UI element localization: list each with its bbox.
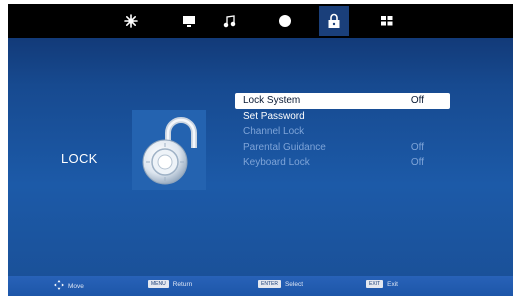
menu-item-lock-system[interactable]: Lock System Off xyxy=(235,93,450,109)
menu-item-label: Lock System xyxy=(243,95,301,106)
lock-menu: Lock System Off Set Password Channel Loc… xyxy=(235,93,450,171)
menu-item-parental-guidance[interactable]: Parental Guidance Off xyxy=(235,140,450,156)
menu-item-channel-lock[interactable]: Channel Lock xyxy=(235,124,450,140)
menu-item-set-password[interactable]: Set Password xyxy=(235,109,450,125)
menu-item-keyboard-lock[interactable]: Keyboard Lock Off xyxy=(235,155,450,171)
exit-key: EXIT xyxy=(366,280,384,288)
page-title: LOCK xyxy=(61,151,98,166)
picture-icon[interactable] xyxy=(120,10,142,32)
hint-exit: EXIT Exit xyxy=(366,280,398,288)
menu-item-label: Parental Guidance xyxy=(243,141,326,153)
menu-item-label: Channel Lock xyxy=(243,126,305,137)
menu-item-label: Set Password xyxy=(243,110,305,122)
top-menu-bar xyxy=(8,4,513,38)
lock-illustration xyxy=(132,110,206,190)
menu-key: MENU xyxy=(148,280,169,288)
hint-select: ENTER Select xyxy=(258,280,303,288)
hint-move: Move xyxy=(54,280,84,292)
hint-return: MENU Return xyxy=(148,280,192,288)
menu-item-value: Off xyxy=(410,157,424,168)
hint-label: Move xyxy=(68,282,84,290)
circle-icon[interactable] xyxy=(274,10,296,32)
tv-screen: LOCK Lock System Off Set Password Channe… xyxy=(8,4,513,296)
hint-bar: Move MENU Return ENTER Select EXIT Exit xyxy=(8,276,513,296)
menu-item-value: Off xyxy=(410,95,424,106)
monitor-icon[interactable] xyxy=(178,10,200,32)
music-icon[interactable] xyxy=(219,10,241,32)
menu-item-value: Off xyxy=(410,141,424,153)
menu-item-label: Keyboard Lock xyxy=(243,157,310,168)
hint-label: Exit xyxy=(387,280,398,288)
move-arrows-icon xyxy=(54,280,64,292)
hint-label: Return xyxy=(172,280,193,288)
hint-label: Select xyxy=(284,280,304,288)
enter-key: ENTER xyxy=(258,280,281,288)
lock-icon[interactable] xyxy=(319,6,349,36)
grid-icon[interactable] xyxy=(376,10,398,32)
